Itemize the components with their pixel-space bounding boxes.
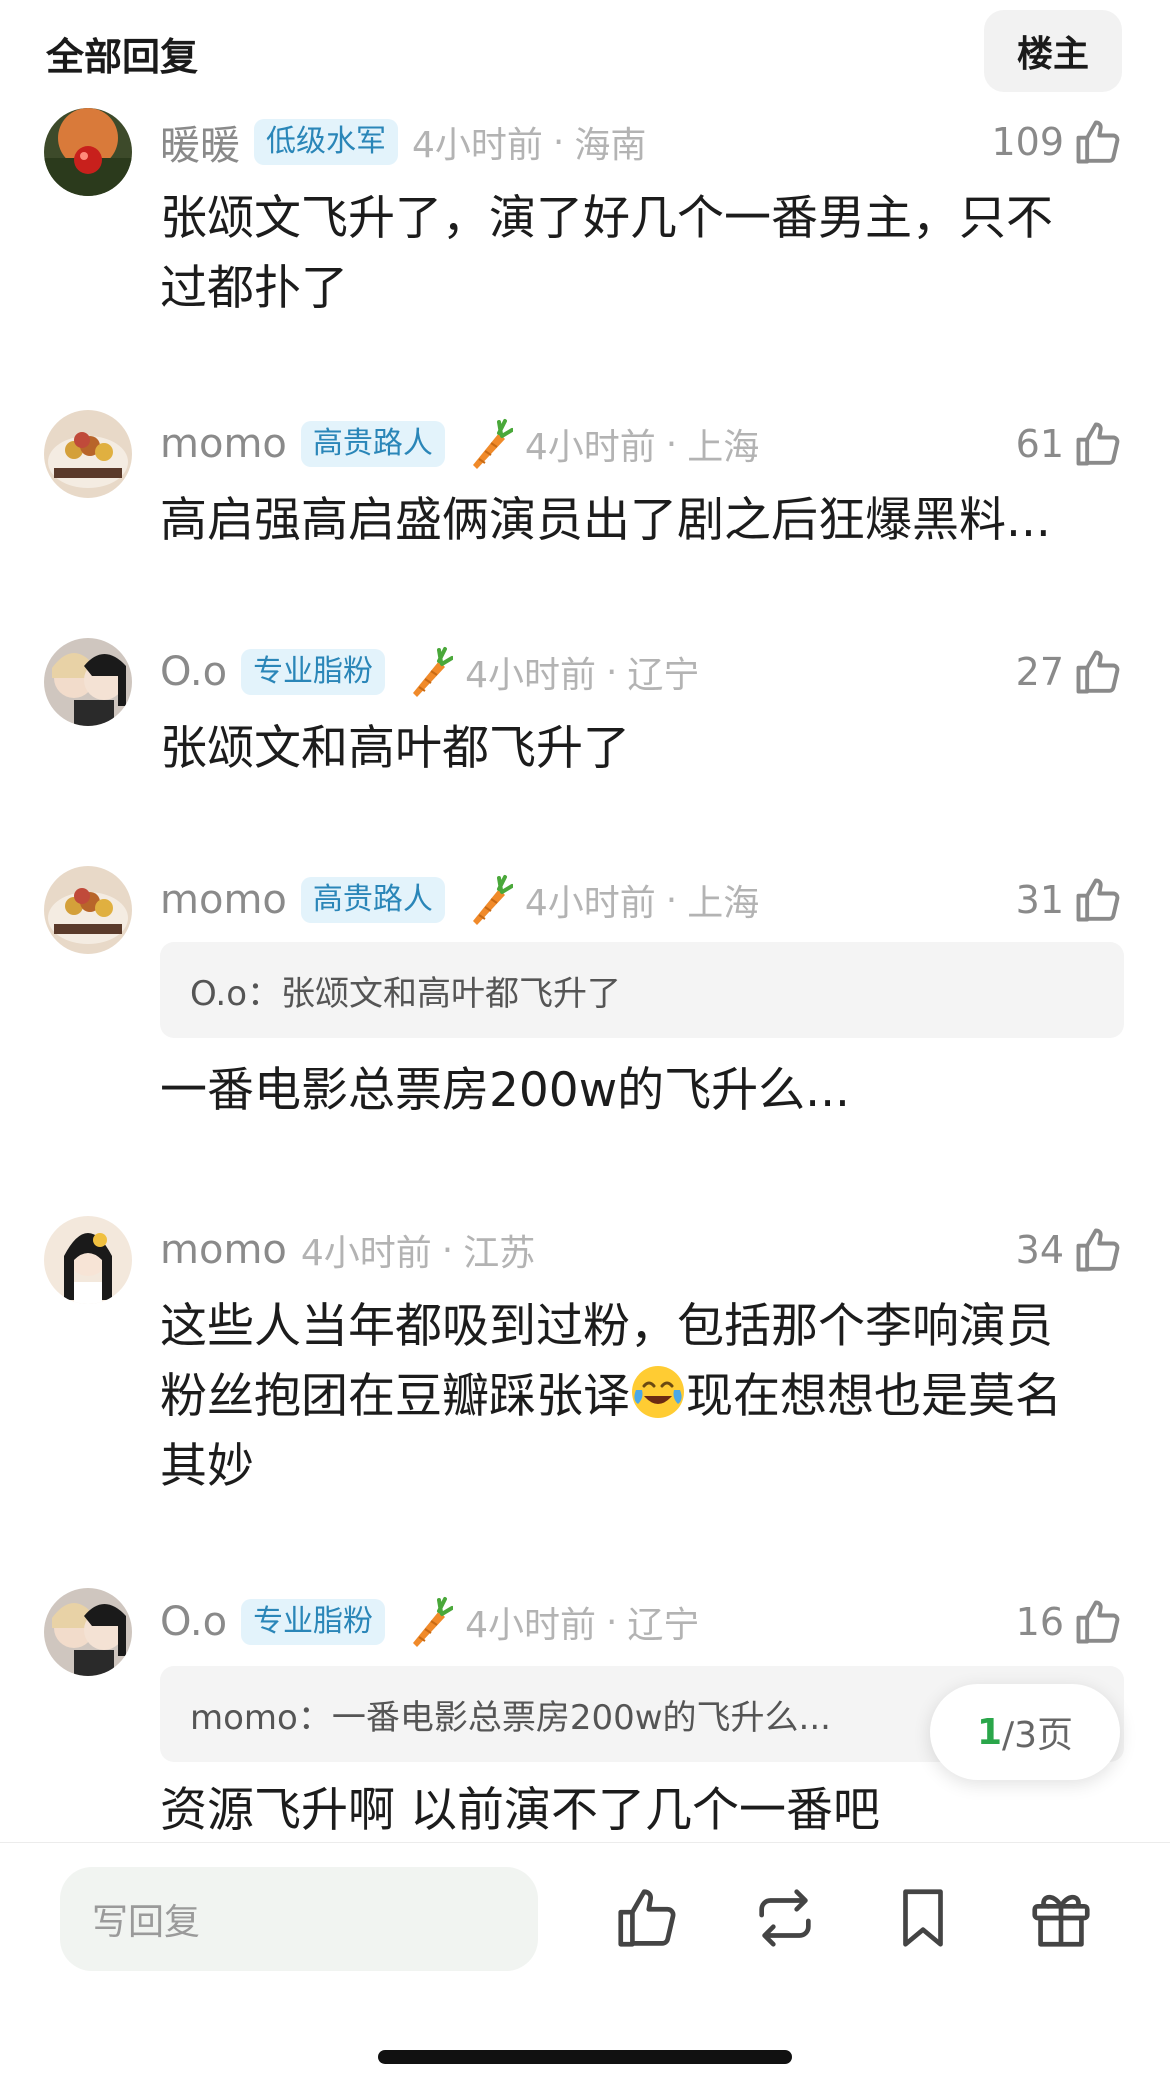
home-indicator[interactable] xyxy=(378,2050,792,2064)
location: 辽宁 xyxy=(627,1605,700,1646)
like-button[interactable]: 16 xyxy=(1016,1594,1124,1650)
thumbs-up-icon xyxy=(1076,1228,1120,1272)
separator-dot: · xyxy=(605,651,618,693)
username[interactable]: momo xyxy=(160,421,287,467)
username[interactable]: momo xyxy=(160,877,287,923)
comment-meta: momo 4小时前 · 江苏 xyxy=(160,1220,535,1280)
quoted-reply[interactable]: O.o：张颂文和高叶都飞升了 xyxy=(160,942,1124,1038)
bookmark-icon[interactable] xyxy=(888,1883,958,1953)
carrot-icon xyxy=(413,1597,454,1647)
like-count: 16 xyxy=(1015,1600,1064,1644)
location: 上海 xyxy=(687,883,760,924)
username[interactable]: momo xyxy=(160,1227,287,1273)
comment-text: 一番电影总票房200w的飞升么... xyxy=(160,1056,1110,1126)
user-badge: 专业脂粉 xyxy=(241,649,386,695)
laughing-tears-emoji xyxy=(632,1366,684,1418)
like-button[interactable]: 61 xyxy=(1016,416,1124,472)
thumbs-up-icon xyxy=(1076,120,1120,164)
timestamp: 4小时前 xyxy=(465,655,596,696)
thumbs-up-icon[interactable] xyxy=(612,1883,682,1953)
thumbs-up-icon xyxy=(1076,650,1120,694)
carrot-icon xyxy=(413,647,454,697)
gift-icon[interactable] xyxy=(1026,1883,1096,1953)
comment-text: 张颂文飞升了，演了好几个一番男主，只不 过都扑了 xyxy=(160,184,1110,324)
like-count: 109 xyxy=(991,120,1064,164)
user-badge: 专业脂粉 xyxy=(241,1599,386,1645)
user-badge: 低级水军 xyxy=(254,119,398,165)
comment-line: 过都扑了 xyxy=(160,261,348,316)
location: 辽宁 xyxy=(627,655,700,696)
current-page: 1 xyxy=(976,1711,1002,1753)
comment-meta: momo 高贵路人 4小时前 · 上海 xyxy=(160,870,759,930)
like-count: 31 xyxy=(1015,878,1064,922)
comment-line: 资源飞升啊 以前演不了几个一番吧 xyxy=(160,1783,880,1838)
separator-dot: · xyxy=(665,423,678,465)
comment-meta: 暖暖 低级水军 4小时前 · 海南 xyxy=(160,112,646,172)
thumbs-up-icon xyxy=(1076,878,1120,922)
carrot-icon xyxy=(472,419,513,469)
separator-dot: · xyxy=(441,1229,454,1271)
like-button[interactable]: 109 xyxy=(991,114,1124,170)
comment-line: 高启强高启盛俩演员出了剧之后狂爆黑料... xyxy=(160,493,1051,548)
comment-line: 粉丝抱团在豆瓣踩张译 现在想想也是莫名 xyxy=(160,1362,1110,1432)
avatar[interactable] xyxy=(44,866,132,954)
like-button[interactable]: 27 xyxy=(1016,644,1124,700)
avatar[interactable] xyxy=(44,638,132,726)
avatar[interactable] xyxy=(44,108,132,196)
timestamp: 4小时前 xyxy=(465,1605,596,1646)
location: 上海 xyxy=(687,427,760,468)
username[interactable]: 暖暖 xyxy=(160,113,240,171)
username[interactable]: O.o xyxy=(160,649,227,695)
carrot-icon xyxy=(472,875,513,925)
location: 江苏 xyxy=(463,1233,536,1274)
separator-dot: · xyxy=(552,121,565,163)
comment-line: 张颂文飞升了，演了好几个一番男主，只不 xyxy=(160,191,1053,246)
pagination-indicator[interactable]: 1 /3页 xyxy=(930,1684,1120,1780)
repost-icon[interactable] xyxy=(750,1883,820,1953)
thumbs-up-icon xyxy=(1076,1600,1120,1644)
timestamp: 4小时前 xyxy=(524,427,656,468)
like-count: 61 xyxy=(1015,422,1064,466)
separator-dot: · xyxy=(605,1601,618,1643)
like-button[interactable]: 34 xyxy=(1016,1222,1124,1278)
thumbs-up-icon xyxy=(1076,422,1120,466)
comment-fragment: 现在想想也是莫名 xyxy=(686,1369,1062,1424)
timestamp: 4小时前 xyxy=(300,1233,432,1274)
avatar[interactable] xyxy=(44,410,132,498)
comment-meta: momo 高贵路人 4小时前 · 上海 xyxy=(160,414,759,474)
comment-text: 高启强高启盛俩演员出了剧之后狂爆黑料... xyxy=(160,486,1110,556)
comment-line: 张颂文和高叶都飞升了 xyxy=(160,721,630,776)
comment-text: 张颂文和高叶都飞升了 xyxy=(160,714,1110,784)
page-title: 全部回复 xyxy=(46,35,199,79)
comment-text: 资源飞升啊 以前演不了几个一番吧 xyxy=(160,1776,1110,1846)
timestamp: 4小时前 xyxy=(524,883,656,924)
comment-meta: O.o 专业脂粉 4小时前 · 辽宁 xyxy=(160,1592,699,1652)
comment-line: 其妙 xyxy=(160,1439,254,1494)
location: 海南 xyxy=(574,125,647,166)
separator-dot: · xyxy=(665,879,678,921)
avatar[interactable] xyxy=(44,1216,132,1304)
comment-fragment: 粉丝抱团在豆瓣踩张译 xyxy=(160,1369,630,1424)
total-pages: /3页 xyxy=(1002,1715,1074,1756)
header: 全部回复 楼主 xyxy=(0,0,1170,100)
user-badge: 高贵路人 xyxy=(300,421,445,467)
like-button[interactable]: 31 xyxy=(1016,872,1124,928)
username[interactable]: O.o xyxy=(160,1599,227,1645)
comment-line: 这些人当年都吸到过粉，包括那个李响演员 xyxy=(160,1299,1053,1354)
like-count: 27 xyxy=(1015,650,1064,694)
comment-meta: O.o 专业脂粉 4小时前 · 辽宁 xyxy=(160,642,699,702)
comment-text: 这些人当年都吸到过粉，包括那个李响演员 粉丝抱团在豆瓣踩张译 现在想想也是莫名 其… xyxy=(160,1292,1110,1502)
like-count: 34 xyxy=(1015,1228,1064,1272)
owner-only-button[interactable]: 楼主 xyxy=(984,10,1122,92)
timestamp: 4小时前 xyxy=(412,125,543,166)
avatar[interactable] xyxy=(44,1588,132,1676)
reply-input[interactable]: 写回复 xyxy=(60,1867,538,1971)
comment-line: 一番电影总票房200w的飞升么... xyxy=(160,1063,850,1118)
user-badge: 高贵路人 xyxy=(300,877,445,923)
